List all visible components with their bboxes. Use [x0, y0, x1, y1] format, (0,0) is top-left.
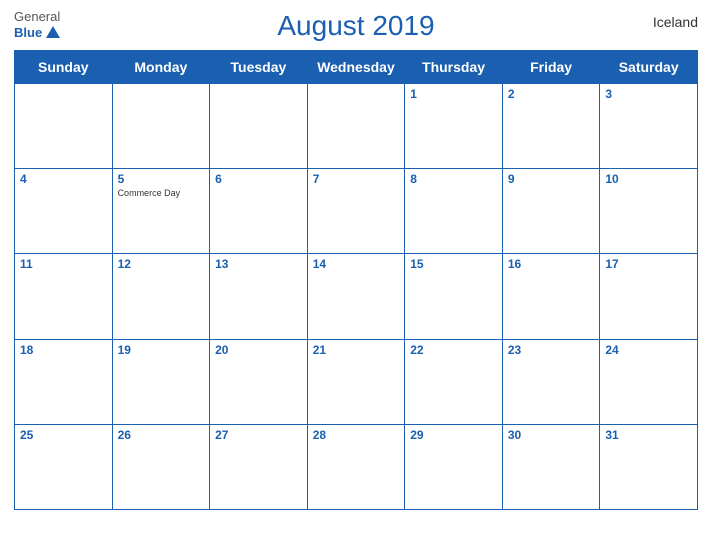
calendar-cell: 15 [405, 254, 503, 339]
calendar-cell: 10 [600, 169, 698, 254]
calendar-cell: 11 [15, 254, 113, 339]
calendar-cell: 20 [210, 339, 308, 424]
day-number: 8 [410, 172, 497, 186]
calendar-cell: 23 [502, 339, 600, 424]
day-number: 10 [605, 172, 692, 186]
calendar-cell: 7 [307, 169, 405, 254]
day-number: 28 [313, 428, 400, 442]
calendar-cell [112, 84, 210, 169]
calendar-cell: 3 [600, 84, 698, 169]
calendar-week-row: 45 Commerce Day 6789 10 [15, 169, 698, 254]
day-number: 2 [508, 87, 595, 101]
weekday-saturday: Saturday [600, 51, 698, 84]
day-number: 20 [215, 343, 302, 357]
calendar-week-row: 25 26 27 28 29 30 31 [15, 424, 698, 509]
calendar-week-row: 11 12 13 14 15 16 17 [15, 254, 698, 339]
day-number: 6 [215, 172, 302, 186]
day-number: 18 [20, 343, 107, 357]
day-number: 13 [215, 257, 302, 271]
calendar-cell: 25 [15, 424, 113, 509]
day-number: 5 [118, 172, 205, 186]
day-number: 16 [508, 257, 595, 271]
weekday-header-row: Sunday Monday Tuesday Wednesday Thursday… [15, 51, 698, 84]
day-number: 4 [20, 172, 107, 186]
calendar-cell: 2 [502, 84, 600, 169]
logo-general: General [14, 10, 60, 24]
day-number: 15 [410, 257, 497, 271]
weekday-wednesday: Wednesday [307, 51, 405, 84]
day-number: 17 [605, 257, 692, 271]
calendar-cell: 5 Commerce Day [112, 169, 210, 254]
weekday-tuesday: Tuesday [210, 51, 308, 84]
calendar-cell: 28 [307, 424, 405, 509]
day-number: 9 [508, 172, 595, 186]
logo-blue: Blue [14, 26, 42, 40]
day-number: 22 [410, 343, 497, 357]
day-number: 11 [20, 257, 107, 271]
day-number: 12 [118, 257, 205, 271]
day-number: 29 [410, 428, 497, 442]
logo-area: General Blue [14, 10, 62, 42]
day-number: 14 [313, 257, 400, 271]
calendar-container: General Blue August 2019 Iceland Sunday … [0, 0, 712, 550]
calendar-cell: 26 [112, 424, 210, 509]
calendar-cell: 16 [502, 254, 600, 339]
logo-icon [44, 24, 62, 42]
day-number: 19 [118, 343, 205, 357]
calendar-cell: 17 [600, 254, 698, 339]
calendar-cell: 21 [307, 339, 405, 424]
calendar-cell: 1 [405, 84, 503, 169]
day-number: 31 [605, 428, 692, 442]
day-number: 27 [215, 428, 302, 442]
calendar-table: Sunday Monday Tuesday Wednesday Thursday… [14, 50, 698, 510]
weekday-friday: Friday [502, 51, 600, 84]
calendar-cell: 30 [502, 424, 600, 509]
calendar-cell: 9 [502, 169, 600, 254]
calendar-cell: 18 [15, 339, 113, 424]
day-number: 1 [410, 87, 497, 101]
day-number: 3 [605, 87, 692, 101]
day-number: 25 [20, 428, 107, 442]
calendar-week-row: 18 19 20 21 22 23 24 [15, 339, 698, 424]
calendar-cell [15, 84, 113, 169]
calendar-title: August 2019 [277, 10, 434, 42]
weekday-sunday: Sunday [15, 51, 113, 84]
weekday-monday: Monday [112, 51, 210, 84]
calendar-cell [210, 84, 308, 169]
day-number: 21 [313, 343, 400, 357]
country-label: Iceland [653, 14, 698, 30]
calendar-body: 12345Commerce Day67891011121314151617181… [15, 84, 698, 510]
calendar-cell: 19 [112, 339, 210, 424]
weekday-thursday: Thursday [405, 51, 503, 84]
calendar-cell: 14 [307, 254, 405, 339]
day-number: 30 [508, 428, 595, 442]
calendar-cell: 27 [210, 424, 308, 509]
calendar-cell: 6 [210, 169, 308, 254]
calendar-cell: 22 [405, 339, 503, 424]
calendar-cell: 13 [210, 254, 308, 339]
calendar-cell: 31 [600, 424, 698, 509]
calendar-cell: 12 [112, 254, 210, 339]
calendar-cell: 8 [405, 169, 503, 254]
day-number: 24 [605, 343, 692, 357]
calendar-header: General Blue August 2019 Iceland [14, 10, 698, 42]
calendar-week-row: 123 [15, 84, 698, 169]
day-number: 7 [313, 172, 400, 186]
calendar-cell: 29 [405, 424, 503, 509]
calendar-cell: 24 [600, 339, 698, 424]
calendar-cell: 4 [15, 169, 113, 254]
calendar-cell [307, 84, 405, 169]
event-label: Commerce Day [118, 188, 205, 198]
day-number: 23 [508, 343, 595, 357]
day-number: 26 [118, 428, 205, 442]
